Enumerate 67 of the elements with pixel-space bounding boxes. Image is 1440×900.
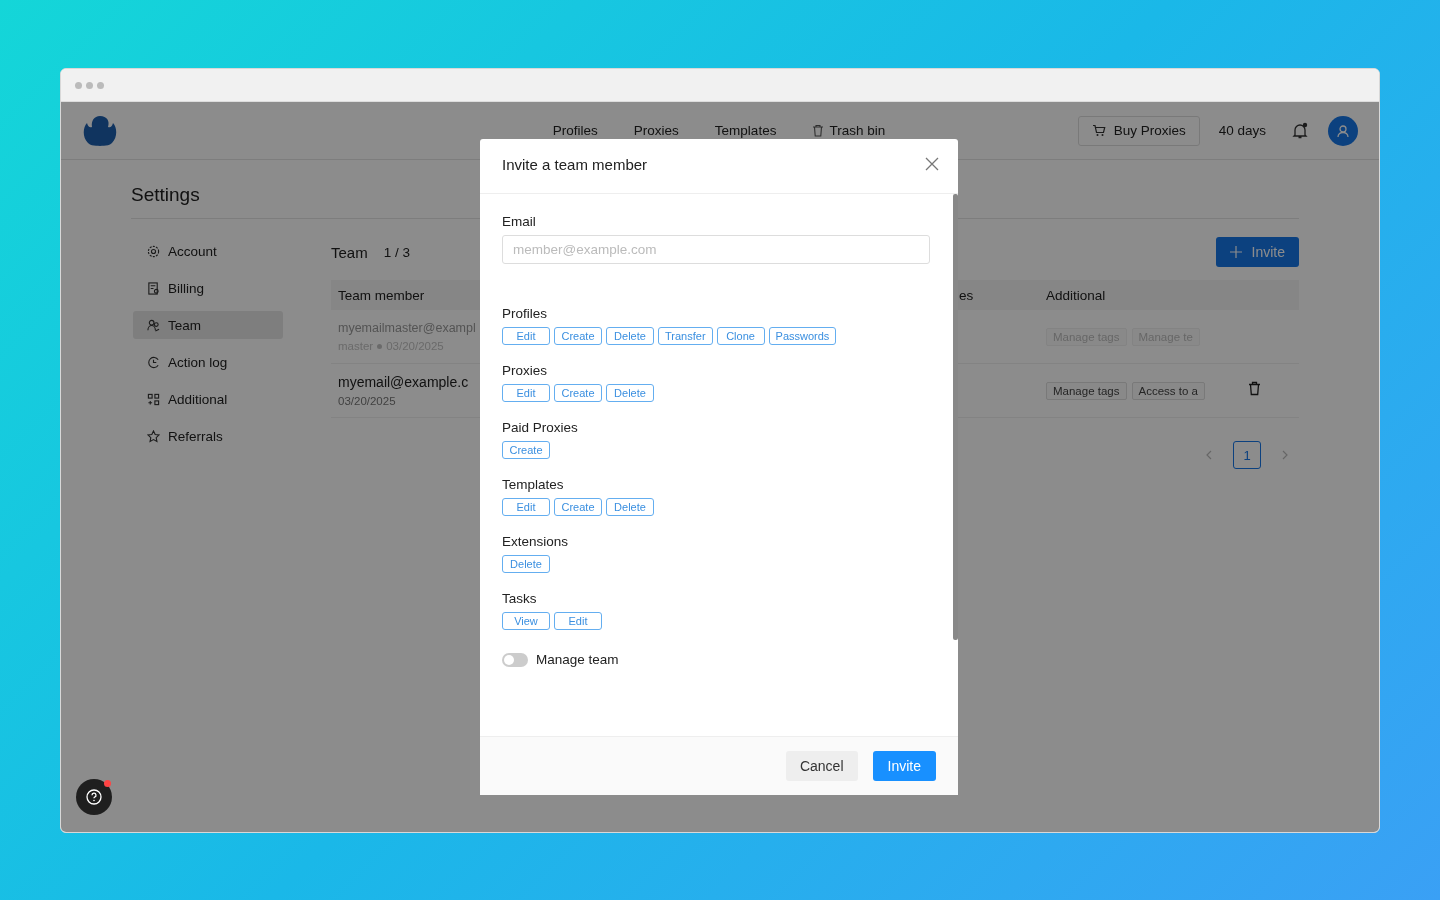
- email-field[interactable]: member@example.com: [502, 235, 930, 264]
- close-icon[interactable]: [925, 157, 939, 171]
- member-email: myemail@example.c: [338, 374, 470, 390]
- tag[interactable]: Access to a: [1131, 381, 1205, 400]
- sidebar-item[interactable]: Action log: [133, 348, 283, 376]
- member-email: myemailmaster@exampl: [338, 321, 477, 335]
- permission-tag[interactable]: Create: [554, 498, 602, 516]
- permission-tag[interactable]: View: [502, 612, 550, 630]
- permission-tag[interactable]: Passwords: [768, 327, 837, 345]
- avatar[interactable]: [1328, 115, 1358, 146]
- permission-group-label: Extensions: [502, 534, 570, 549]
- star-icon: [147, 429, 160, 443]
- permission-tag[interactable]: Create: [554, 384, 602, 402]
- permission-group-label: Profiles: [502, 306, 548, 321]
- permission-tag[interactable]: Transfer: [658, 327, 713, 345]
- permission-group-label: Tasks: [502, 591, 538, 606]
- permission-tag[interactable]: Edit: [502, 498, 550, 516]
- member-date: 03/20/2025: [338, 395, 396, 407]
- nav-link[interactable]: Profiles: [552, 123, 598, 138]
- sidebar-item[interactable]: Referrals: [133, 422, 283, 450]
- bell-icon[interactable]: [1292, 121, 1308, 140]
- people-icon: [147, 318, 160, 332]
- clock-icon: [147, 355, 160, 369]
- tag[interactable]: Manage tags: [1046, 381, 1127, 400]
- permission-tag[interactable]: Delete: [606, 384, 654, 402]
- sidebar-item[interactable]: Team: [133, 311, 283, 339]
- permission-tag[interactable]: Clone: [716, 327, 765, 345]
- help-button[interactable]: [76, 779, 112, 815]
- column-header: es: [958, 287, 975, 303]
- permission-tag[interactable]: Create: [502, 441, 550, 459]
- permission-tag[interactable]: Delete: [502, 555, 550, 573]
- section-title: Team: [331, 243, 368, 261]
- trash-icon[interactable]: [1248, 381, 1261, 396]
- toggle-label: Manage team: [536, 652, 619, 667]
- permission-tag[interactable]: Edit: [554, 612, 602, 630]
- column-header: Team member: [337, 287, 426, 303]
- plus-icon: [1229, 246, 1242, 258]
- dot-icon: [377, 343, 383, 349]
- permission-group-label: Proxies: [502, 363, 548, 378]
- permission-tag[interactable]: Delete: [606, 498, 654, 516]
- help-icon: [86, 789, 102, 805]
- sidebar-item[interactable]: Additional: [133, 385, 283, 413]
- permission-tag[interactable]: Create: [554, 327, 602, 345]
- permission-group-label: Paid Proxies: [502, 420, 579, 435]
- sidebar-item[interactable]: Billing: [133, 274, 283, 302]
- member-count: 1 / 3: [383, 244, 410, 260]
- invite-button[interactable]: Invite: [872, 751, 936, 781]
- permission-tag[interactable]: Edit: [502, 327, 550, 345]
- buy-proxies-button[interactable]: Buy Proxies: [1077, 115, 1200, 146]
- permission-tag[interactable]: Edit: [502, 384, 550, 402]
- trash-icon: [812, 124, 825, 137]
- invite-button[interactable]: Invite: [1215, 237, 1299, 267]
- permission-group-label: Templates: [502, 477, 565, 492]
- nav-link[interactable]: Trash bin: [812, 123, 886, 138]
- nav-link[interactable]: Templates: [714, 123, 777, 138]
- cancel-button[interactable]: Cancel: [785, 751, 858, 781]
- column-header: Additional: [1045, 287, 1107, 303]
- nav-link[interactable]: Proxies: [633, 123, 679, 138]
- grid-icon: [147, 392, 160, 406]
- permission-tag[interactable]: Delete: [606, 327, 654, 345]
- gear-icon: [147, 244, 160, 258]
- sidebar-item[interactable]: Account: [133, 237, 283, 265]
- toggle-switch[interactable]: [502, 652, 528, 667]
- receipt-icon: [147, 281, 160, 295]
- days-left: 40 days: [1218, 123, 1266, 138]
- cart-icon: [1091, 124, 1106, 137]
- page-button[interactable]: 1: [1233, 441, 1261, 469]
